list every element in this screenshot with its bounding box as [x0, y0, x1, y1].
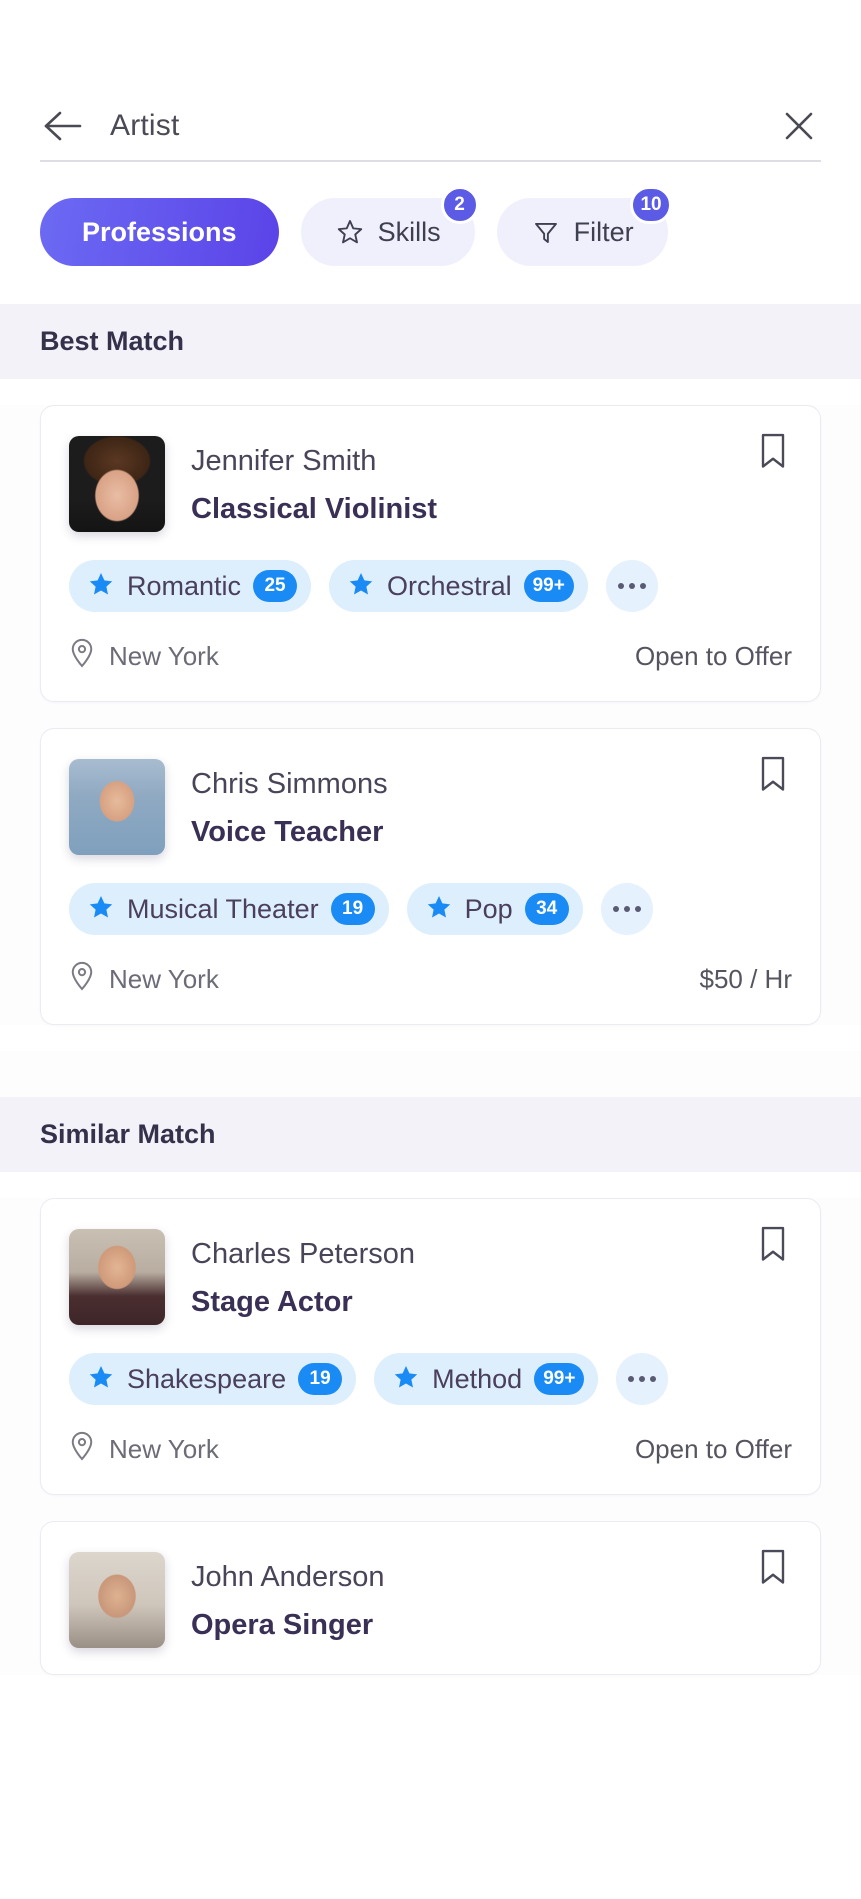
arrow-left-icon[interactable]: [40, 104, 84, 148]
skill-tag-label: Musical Theater: [127, 893, 319, 924]
location-label: New York: [109, 641, 219, 671]
star-icon: [347, 570, 375, 603]
skill-tag[interactable]: Shakespeare 19: [69, 1353, 357, 1405]
chip-filter[interactable]: Filter 10: [496, 186, 672, 266]
ellipsis-icon[interactable]: [605, 560, 658, 612]
person-name: Jennifer Smith: [191, 445, 377, 477]
skill-tag[interactable]: Pop 34: [406, 883, 583, 935]
skill-tag[interactable]: Orchestral 99+: [329, 560, 588, 612]
person-card[interactable]: John Anderson Opera Singer: [40, 1521, 821, 1675]
person-card[interactable]: Chris Simmons Voice Teacher Musical Theate…: [40, 728, 821, 1025]
search-bar: Artist: [0, 0, 861, 160]
name-block: Chris Simmons Voice Teacher: [191, 759, 388, 855]
skill-tag-count: 19: [298, 1363, 343, 1395]
chip-label: Filter: [573, 216, 634, 247]
card-meta-row: New York $50 / Hr: [69, 961, 792, 998]
star-icon: [87, 893, 115, 926]
skill-tag-count: 34: [524, 893, 569, 925]
name-block: Charles Peterson Stage Actor: [191, 1229, 415, 1325]
skill-tag-row: Shakespeare 19 Method 99+: [69, 1353, 792, 1405]
offer-label: Open to Offer: [634, 641, 792, 671]
person-name: Chris Simmons: [191, 768, 388, 800]
avatar: [69, 1552, 165, 1648]
person-card[interactable]: Charles Peterson Stage Actor Shakespeare 19…: [40, 1198, 821, 1495]
funnel-icon: [531, 217, 561, 247]
star-icon: [87, 1363, 115, 1396]
person-role: Stage Actor: [191, 1286, 353, 1319]
person-role: Opera Singer: [191, 1609, 374, 1642]
card-header: Jennifer Smith Classical Violinist: [69, 436, 792, 532]
location: New York: [69, 638, 219, 675]
bookmark-icon[interactable]: [752, 1225, 794, 1271]
avatar: [69, 436, 165, 532]
skill-tag-label: Shakespeare: [127, 1363, 287, 1394]
card-header: Chris Simmons Voice Teacher: [69, 759, 792, 855]
skill-tag-label: Romantic: [127, 570, 242, 601]
person-role: Classical Violinist: [191, 493, 438, 526]
location: New York: [69, 1431, 219, 1468]
skill-tag[interactable]: Musical Theater 19: [69, 883, 389, 935]
location-pin-icon: [69, 961, 95, 998]
star-icon: [425, 893, 453, 926]
search-input[interactable]: Artist: [84, 109, 777, 143]
close-icon[interactable]: [777, 104, 821, 148]
location: New York: [69, 961, 219, 998]
person-name: John Anderson: [191, 1561, 385, 1593]
skill-tag-count: 99+: [523, 570, 574, 602]
card-meta-row: New York Open to Offer: [69, 638, 792, 675]
chip-skills[interactable]: Skills 2: [300, 186, 479, 266]
section-header: Best Match: [0, 304, 861, 379]
bookmark-icon[interactable]: [752, 755, 794, 801]
star-outline-icon: [335, 217, 365, 247]
avatar: [69, 759, 165, 855]
name-block: Jennifer Smith Classical Violinist: [191, 436, 437, 532]
person-role: Voice Teacher: [191, 816, 384, 849]
location-pin-icon: [69, 638, 95, 675]
skill-tag-label: Orchestral: [387, 570, 512, 601]
chip-label: Professions: [82, 216, 237, 247]
skill-tag-count: 99+: [534, 1363, 585, 1395]
star-icon: [87, 570, 115, 603]
ellipsis-icon[interactable]: [600, 883, 653, 935]
section-header: Similar Match: [0, 1097, 861, 1172]
name-block: John Anderson Opera Singer: [191, 1552, 384, 1648]
skill-tag-row: Musical Theater 19 Pop 34: [69, 883, 792, 935]
skill-tag-label: Method: [432, 1363, 523, 1394]
skill-tag-label: Pop: [464, 893, 513, 924]
bookmark-icon[interactable]: [752, 1548, 794, 1594]
location-label: New York: [109, 1434, 219, 1464]
person-card[interactable]: Jennifer Smith Classical Violinist Romanti…: [40, 405, 821, 702]
skill-tag-count: 19: [330, 893, 375, 925]
section-spacer: [0, 1051, 861, 1097]
location-label: New York: [109, 964, 219, 994]
location-pin-icon: [69, 1431, 95, 1468]
chip-badge-skills: 2: [440, 186, 479, 224]
skill-tag-row: Romantic 25 Orchestral 99+: [69, 560, 792, 612]
chip-professions[interactable]: Professions: [40, 198, 279, 266]
bookmark-icon[interactable]: [752, 432, 794, 478]
person-name: Charles Peterson: [191, 1238, 416, 1270]
results-list: Best Match Jennifer Smith Classical Violin…: [0, 304, 861, 1675]
offer-label: Open to Offer: [634, 1434, 792, 1464]
card-header: John Anderson Opera Singer: [69, 1552, 792, 1648]
section-body: Jennifer Smith Classical Violinist Romanti…: [0, 405, 861, 1025]
skill-tag[interactable]: Romantic 25: [69, 560, 312, 612]
card-header: Charles Peterson Stage Actor: [69, 1229, 792, 1325]
avatar: [69, 1229, 165, 1325]
skill-tag[interactable]: Method 99+: [374, 1353, 599, 1405]
section-body: Charles Peterson Stage Actor Shakespeare 19…: [0, 1198, 861, 1675]
chip-badge-filter: 10: [630, 186, 672, 224]
filter-chip-row: Professions Skills 2 Filter 10: [0, 162, 861, 304]
offer-label: $50 / Hr: [699, 964, 793, 994]
skill-tag-count: 25: [253, 570, 298, 602]
card-meta-row: New York Open to Offer: [69, 1431, 792, 1468]
ellipsis-icon[interactable]: [616, 1353, 669, 1405]
star-icon: [392, 1363, 420, 1396]
chip-label: Skills: [377, 216, 441, 247]
